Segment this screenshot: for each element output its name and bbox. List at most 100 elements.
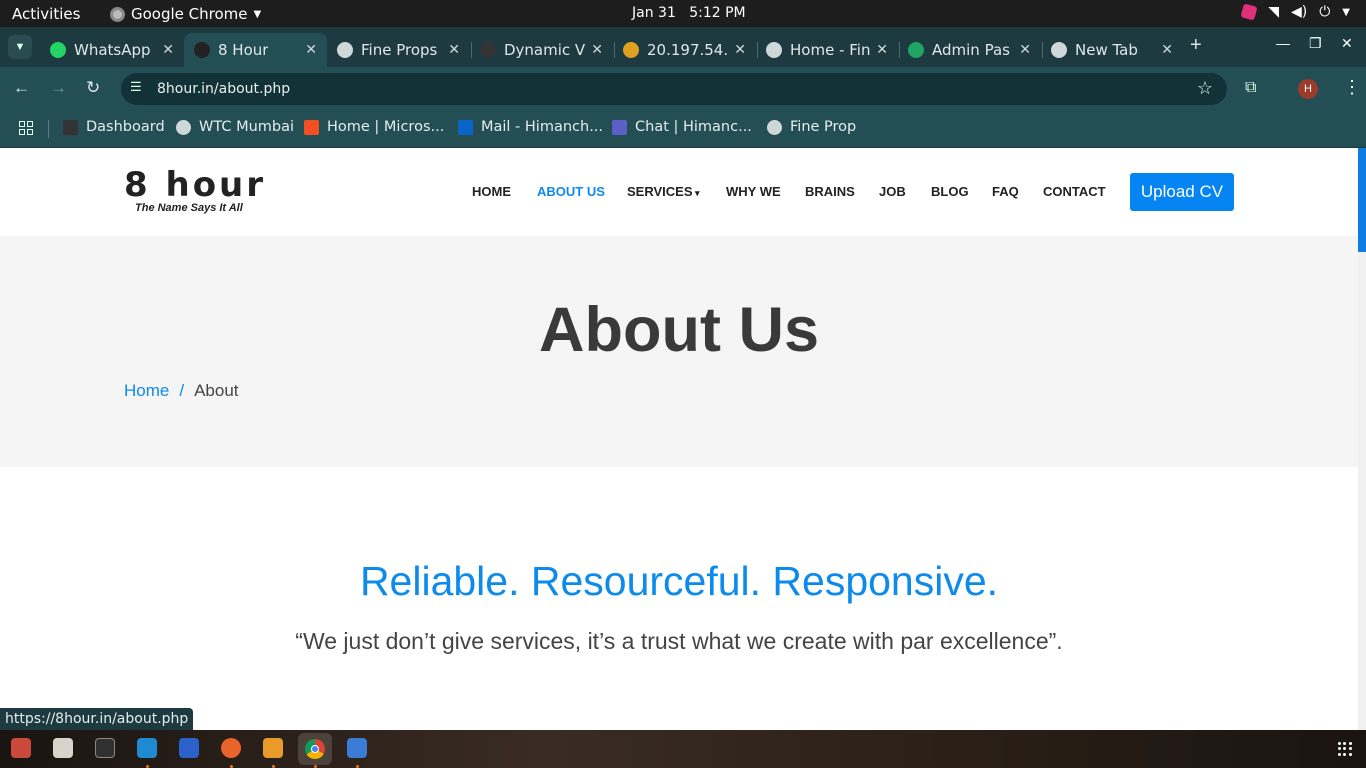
bookmark-label: Dashboard	[86, 119, 165, 135]
close-tab-icon[interactable]: ✕	[305, 42, 317, 58]
nav-label: WHY WE	[726, 184, 781, 199]
nav-blog[interactable]: BLOG	[931, 184, 969, 199]
nav-brains[interactable]: BRAINS	[805, 184, 855, 199]
close-tab-icon[interactable]: ✕	[1019, 42, 1031, 58]
globe-icon	[766, 42, 782, 58]
nav-about-us[interactable]: ABOUT US	[537, 184, 605, 199]
bookmark-item[interactable]: Mail - Himanch...	[458, 119, 603, 135]
clock[interactable]: Jan 31 5:12 PM	[632, 5, 746, 21]
close-window-button[interactable]: ✕	[1341, 35, 1353, 52]
site-logo[interactable]: 8 hour The Name Says It All	[124, 165, 267, 214]
tab-title: Fine Props	[361, 41, 438, 59]
nav-label: BLOG	[931, 184, 969, 199]
chevron-down-icon: ▼	[253, 8, 262, 20]
tab-6[interactable]: Home - Fin ✕	[756, 33, 900, 67]
bookmark-item[interactable]: Dashboard	[63, 119, 165, 135]
nav-label: ABOUT US	[537, 184, 605, 199]
minimize-button[interactable]: —	[1276, 35, 1290, 51]
nav-job[interactable]: JOB	[879, 184, 906, 199]
app-name: Google Chrome	[131, 5, 248, 23]
text-editor-icon[interactable]	[179, 738, 199, 758]
activities-button[interactable]: Activities	[12, 5, 80, 23]
logo-text: 8 hour	[124, 165, 267, 205]
upload-cv-button[interactable]: Upload CV	[1130, 173, 1234, 211]
dv-icon	[480, 42, 496, 58]
scrollbar-thumb[interactable]	[1358, 148, 1366, 252]
tab-7[interactable]: Admin Pas ✕	[898, 33, 1043, 67]
tab-4[interactable]: Dynamic V ✕	[470, 33, 615, 67]
terminal-icon[interactable]	[95, 738, 115, 758]
system-tray[interactable]: ◥ ◀) ⏻ ▼	[1240, 3, 1350, 21]
chrome-icon	[1051, 42, 1067, 58]
bookmark-item[interactable]: Chat | Himanc...	[612, 119, 752, 135]
bookmark-item[interactable]: WTC Mumbai	[176, 119, 294, 135]
app-menu[interactable]: Google Chrome ▼	[110, 5, 261, 23]
breadcrumb-home-link[interactable]: Home	[124, 381, 169, 400]
tab-3[interactable]: Fine Props ✕	[327, 33, 472, 67]
vscode-icon[interactable]	[137, 738, 157, 758]
microsoft-icon	[304, 119, 319, 135]
whatsapp-icon	[50, 42, 66, 58]
menu-icon[interactable]: ⋮	[1343, 77, 1361, 98]
tab-title: 20.197.54.	[647, 41, 728, 59]
nav-contact[interactable]: CONTACT	[1043, 184, 1106, 199]
bookmark-star-icon[interactable]: ☆	[1197, 78, 1213, 99]
tab-title: New Tab	[1075, 41, 1138, 59]
nav-label: BRAINS	[805, 184, 855, 199]
app-indicator-icon[interactable]	[1240, 3, 1258, 21]
breadcrumb: Home / About	[124, 381, 239, 401]
reload-button[interactable]: ↻	[86, 78, 100, 98]
apps-grid-icon[interactable]	[19, 121, 33, 135]
close-tab-icon[interactable]: ✕	[162, 42, 174, 58]
page-hero: About Us Home / About	[0, 236, 1358, 467]
tab-title: Home - Fin	[790, 41, 870, 59]
profile-avatar[interactable]: H	[1298, 79, 1318, 99]
tab-search-button[interactable]: ▼	[8, 35, 32, 59]
tab-title: 8 Hour	[218, 41, 269, 59]
nav-label: FAQ	[992, 184, 1019, 199]
browser-toolbar: ← → ↻ ☰ 8hour.in/about.php ☆ ⧉ H ⋮	[0, 67, 1366, 111]
page-scrollbar[interactable]	[1358, 148, 1366, 730]
nav-why-we[interactable]: WHY WE	[726, 184, 781, 199]
nav-label: HOME	[472, 184, 511, 199]
bookmark-label: Home | Micros...	[327, 119, 445, 135]
show-applications-icon[interactable]	[1338, 742, 1352, 756]
bookmark-item[interactable]: Home | Micros...	[304, 119, 444, 135]
divider	[48, 120, 49, 138]
close-tab-icon[interactable]: ✕	[734, 42, 746, 58]
nav-label: JOB	[879, 184, 906, 199]
close-tab-icon[interactable]: ✕	[1161, 42, 1173, 58]
address-bar[interactable]: ☰ 8hour.in/about.php ☆	[121, 73, 1227, 105]
maximize-button[interactable]: ❐	[1309, 35, 1322, 52]
extensions-icon[interactable]: ⧉	[1245, 79, 1256, 97]
firefox-icon[interactable]	[221, 738, 241, 758]
nav-home[interactable]: HOME	[472, 184, 511, 199]
chrome-dock-icon[interactable]	[298, 733, 332, 765]
site-info-icon[interactable]: ☰	[130, 79, 148, 97]
close-tab-icon[interactable]: ✕	[876, 42, 888, 58]
volume-icon: ◀)	[1290, 4, 1308, 20]
tab-1[interactable]: WhatsApp ✕	[40, 33, 184, 67]
sheets-icon	[908, 42, 924, 58]
new-tab-button[interactable]: +	[1190, 34, 1202, 57]
file-manager-icon[interactable]	[53, 738, 73, 758]
tab-8[interactable]: New Tab ✕	[1041, 33, 1183, 67]
forward-button[interactable]: →	[50, 78, 67, 98]
close-tab-icon[interactable]: ✕	[591, 42, 603, 58]
files-app-icon[interactable]	[11, 738, 31, 758]
back-button[interactable]: ←	[13, 78, 30, 98]
nav-services[interactable]: SERVICES ▾	[627, 184, 700, 199]
close-tab-icon[interactable]: ✕	[448, 42, 460, 58]
tab-5[interactable]: 20.197.54. ✕	[613, 33, 758, 67]
tab-strip: ▼ WhatsApp ✕ 8 Hour ✕ Fine Props ✕ Dynamic V ✕ 2…	[0, 27, 1366, 67]
tab-2[interactable]: 8 Hour ✕	[184, 33, 327, 67]
bookmark-label: Chat | Himanc...	[635, 119, 752, 135]
power-icon: ⏻	[1319, 4, 1331, 20]
chevron-down-icon: ▼	[1342, 6, 1350, 18]
nav-faq[interactable]: FAQ	[992, 184, 1019, 199]
sublime-text-icon[interactable]	[263, 738, 283, 758]
bookmark-item[interactable]: Fine Prop	[767, 119, 856, 135]
url-text[interactable]: 8hour.in/about.php	[157, 81, 290, 97]
link-status-bubble: https://8hour.in/about.php	[0, 708, 194, 730]
notes-app-icon[interactable]	[347, 738, 367, 758]
